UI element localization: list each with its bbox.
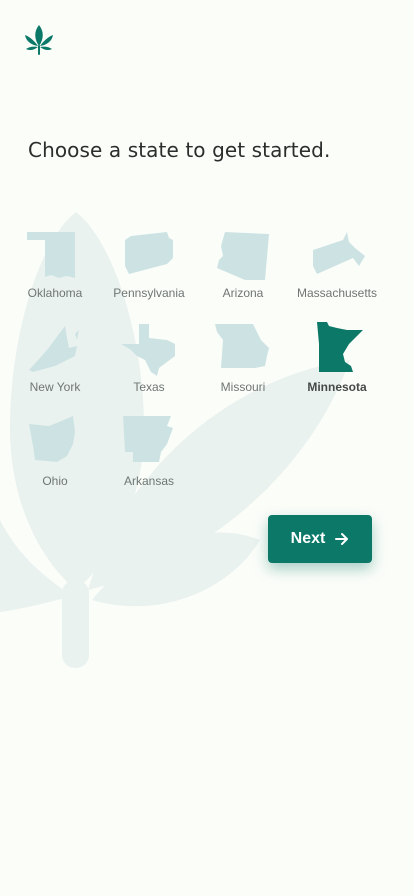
missouri-map-icon (215, 324, 269, 368)
minnesota-map-icon (317, 322, 363, 372)
next-button-label: Next (290, 530, 326, 547)
arizona-map-icon (217, 232, 269, 280)
state-option-oklahoma[interactable]: Oklahoma (8, 226, 102, 320)
state-label: Arkansas (123, 474, 175, 488)
state-option-arizona[interactable]: Arizona (196, 226, 290, 320)
oklahoma-map-icon (27, 232, 75, 278)
state-option-pennsylvania[interactable]: Pennsylvania (102, 226, 196, 320)
state-label: New York (29, 380, 81, 394)
state-option-new-york[interactable]: New York (8, 320, 102, 414)
next-button[interactable]: Next (268, 515, 372, 563)
arrow-right-icon (335, 533, 349, 545)
state-label: Oklahoma (27, 286, 83, 300)
state-label: Texas (133, 380, 165, 394)
state-option-massachusetts[interactable]: Massachusetts (290, 226, 384, 320)
state-label: Pennsylvania (113, 286, 185, 300)
state-label: Missouri (220, 380, 266, 394)
arkansas-map-icon (123, 416, 173, 462)
pennsylvania-map-icon (125, 232, 173, 274)
state-label: Ohio (42, 474, 68, 488)
page-title: Choose a state to get started. (28, 138, 331, 162)
ohio-map-icon (29, 416, 75, 462)
state-label: Massachusetts (296, 286, 378, 300)
state-option-missouri[interactable]: Missouri (196, 320, 290, 414)
state-label: Minnesota (307, 380, 367, 394)
new-york-map-icon (29, 326, 79, 372)
massachusetts-map-icon (313, 232, 365, 274)
state-option-texas[interactable]: Texas (102, 320, 196, 414)
state-option-arkansas[interactable]: Arkansas (102, 414, 196, 508)
state-grid: Oklahoma Pennsylvania Arizona Massachuse… (8, 226, 384, 508)
texas-map-icon (121, 324, 175, 376)
state-label: Arizona (222, 286, 264, 300)
state-option-minnesota[interactable]: Minnesota (290, 320, 384, 414)
leaf-logo-icon (25, 25, 53, 55)
state-option-ohio[interactable]: Ohio (8, 414, 102, 508)
